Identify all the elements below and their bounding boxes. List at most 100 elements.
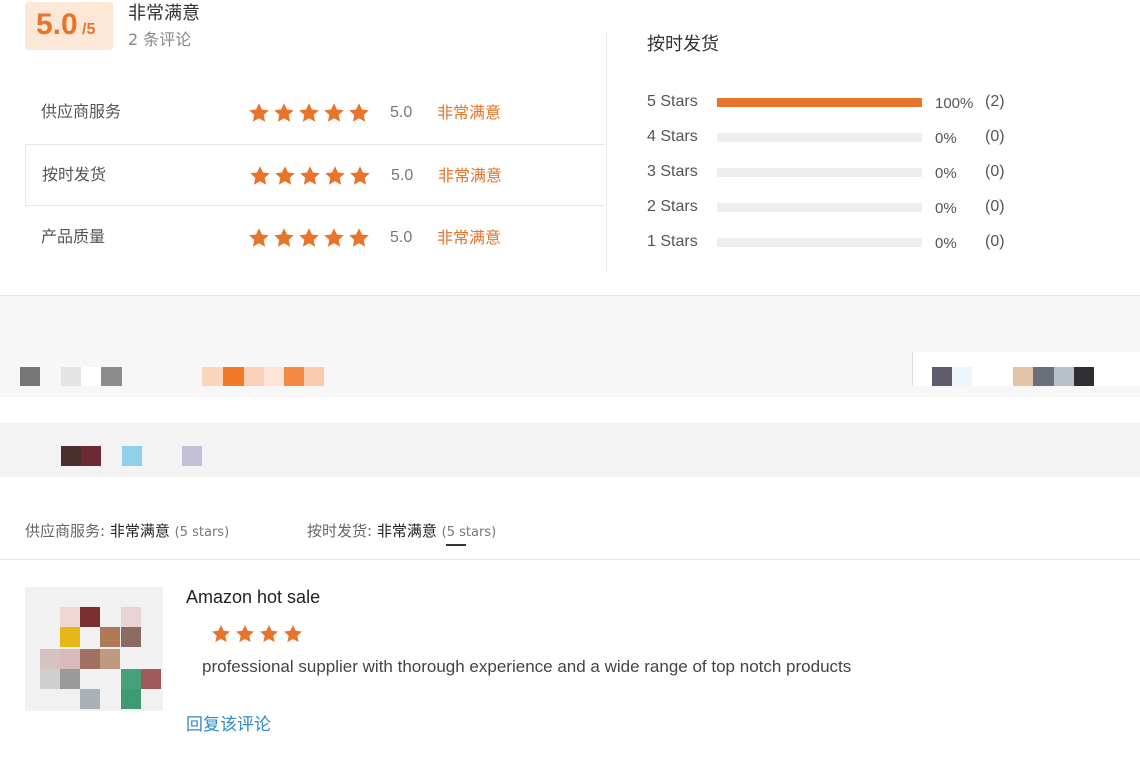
star-icon bbox=[249, 103, 269, 122]
thumbnail-pixel bbox=[121, 607, 141, 627]
distribution-row[interactable]: 4 Stars 0% (0) bbox=[647, 126, 1067, 150]
review-sub-ratings: 供应商服务: 非常满意 (5 stars) 按时发货: 非常满意 (5 star… bbox=[0, 478, 1140, 560]
review-filter-redacted bbox=[0, 423, 1140, 477]
redacted-block bbox=[952, 367, 972, 386]
thumbnail-pixel bbox=[60, 607, 80, 627]
text-cursor-mark bbox=[446, 544, 466, 546]
summary-divider bbox=[606, 32, 607, 272]
star-icon bbox=[249, 228, 269, 247]
category-row-supplier-service[interactable]: 供应商服务 5.0 非常满意 bbox=[25, 82, 605, 144]
redacted-block bbox=[122, 446, 142, 466]
thumbnail-pixel bbox=[60, 649, 80, 669]
distribution-row[interactable]: 2 Stars 0% (0) bbox=[647, 196, 1067, 220]
reply-to-review-link[interactable]: 回复该评论 bbox=[186, 714, 271, 736]
thumbnail-pixel bbox=[100, 627, 120, 647]
sub-rating-value: 非常满意 bbox=[109, 522, 170, 540]
thumbnail-pixel bbox=[80, 607, 100, 627]
thumbnail-pixel bbox=[40, 669, 60, 689]
star-icon bbox=[349, 103, 369, 122]
thumbnail-pixel bbox=[121, 669, 141, 689]
product-thumbnail[interactable] bbox=[25, 587, 163, 711]
distribution-bar bbox=[717, 238, 922, 247]
category-score: 5.0 bbox=[391, 167, 414, 184]
distribution-percent: 0% bbox=[935, 130, 957, 147]
redacted-block bbox=[264, 367, 284, 386]
distribution-percent: 100% bbox=[935, 95, 974, 112]
distribution-count: (0) bbox=[985, 128, 1005, 145]
redacted-block bbox=[1074, 367, 1094, 386]
redacted-block bbox=[223, 367, 244, 386]
review-title: Amazon hot sale bbox=[186, 587, 321, 607]
star-icon bbox=[299, 228, 319, 247]
thumbnail-pixel bbox=[141, 669, 161, 689]
star-icon bbox=[300, 166, 320, 185]
overall-rating-label: 非常满意 bbox=[128, 3, 200, 24]
distribution-percent: 0% bbox=[935, 235, 957, 252]
sub-rating-key: 按时发货: bbox=[307, 522, 373, 540]
thumbnail-pixel bbox=[60, 627, 80, 647]
redacted-block bbox=[304, 367, 324, 386]
distribution-label: 4 Stars bbox=[647, 128, 698, 145]
sub-rating-stars: (5 stars) bbox=[441, 525, 497, 540]
star-icon bbox=[250, 166, 270, 185]
distribution-row[interactable]: 3 Stars 0% (0) bbox=[647, 161, 1067, 185]
distribution-row[interactable]: 1 Stars 0% (0) bbox=[647, 231, 1067, 255]
star-icon bbox=[274, 103, 294, 122]
category-name: 产品质量 bbox=[41, 227, 106, 246]
thumbnail-pixel bbox=[121, 627, 141, 647]
category-rating-label: 非常满意 bbox=[437, 228, 502, 247]
redacted-block bbox=[20, 367, 40, 386]
review-stars bbox=[210, 623, 304, 645]
category-stars bbox=[247, 226, 371, 250]
distribution-count: (0) bbox=[985, 233, 1005, 250]
star-icon bbox=[275, 166, 295, 185]
category-score: 5.0 bbox=[390, 104, 413, 121]
category-row-product-quality[interactable]: 产品质量 5.0 非常满意 bbox=[25, 207, 605, 269]
star-icon bbox=[284, 625, 302, 642]
redacted-block bbox=[244, 367, 264, 386]
category-stars bbox=[247, 101, 371, 125]
category-name: 按时发货 bbox=[42, 165, 107, 184]
star-icon bbox=[324, 228, 344, 247]
thumbnail-pixel bbox=[121, 689, 141, 709]
star-icon bbox=[325, 166, 345, 185]
rating-summary: 5.0 /5 非常满意 2 条评论 供应商服务 5.0 非常满意 按时发货 5.… bbox=[0, 0, 1140, 295]
distribution-bar-fill bbox=[717, 98, 922, 107]
distribution-bar bbox=[717, 98, 922, 107]
distribution-count: (0) bbox=[985, 163, 1005, 180]
category-name: 供应商服务 bbox=[41, 102, 122, 121]
distribution-bar bbox=[717, 203, 922, 212]
distribution-bar bbox=[717, 133, 922, 142]
distribution-row[interactable]: 5 Stars 100% (2) bbox=[647, 91, 1067, 115]
redacted-block bbox=[932, 367, 952, 386]
category-stars bbox=[248, 164, 372, 188]
overall-score: 5.0 bbox=[36, 8, 78, 41]
sub-rating-on-time-delivery: 按时发货: 非常满意 (5 stars) bbox=[307, 520, 496, 544]
overall-score-badge: 5.0 /5 bbox=[25, 2, 113, 50]
category-row-on-time-delivery[interactable]: 按时发货 5.0 非常满意 bbox=[25, 144, 605, 206]
redacted-block bbox=[1033, 367, 1054, 386]
review-text: professional supplier with thorough expe… bbox=[202, 657, 852, 676]
star-icon bbox=[299, 103, 319, 122]
category-score: 5.0 bbox=[390, 229, 413, 246]
redacted-block bbox=[182, 446, 202, 466]
sub-rating-stars: (5 stars) bbox=[174, 525, 230, 540]
category-rating-label: 非常满意 bbox=[438, 166, 503, 185]
redacted-block bbox=[61, 367, 81, 386]
thumbnail-pixel bbox=[60, 669, 80, 689]
sub-rating-supplier-service: 供应商服务: 非常满意 (5 stars) bbox=[25, 520, 229, 544]
distribution-percent: 0% bbox=[935, 200, 957, 217]
thumbnail-pixel bbox=[100, 649, 120, 669]
redacted-block bbox=[1013, 367, 1033, 386]
distribution-label: 5 Stars bbox=[647, 93, 698, 110]
redacted-block bbox=[81, 367, 101, 386]
review-count: 2 条评论 bbox=[128, 30, 192, 49]
distribution-bar bbox=[717, 168, 922, 177]
distribution-count: (2) bbox=[985, 93, 1005, 110]
star-icon bbox=[260, 625, 278, 642]
distribution-title: 按时发货 bbox=[647, 34, 719, 55]
sub-rating-value: 非常满意 bbox=[376, 522, 437, 540]
star-icon bbox=[349, 228, 369, 247]
distribution-label: 2 Stars bbox=[647, 198, 698, 215]
distribution-label: 3 Stars bbox=[647, 163, 698, 180]
